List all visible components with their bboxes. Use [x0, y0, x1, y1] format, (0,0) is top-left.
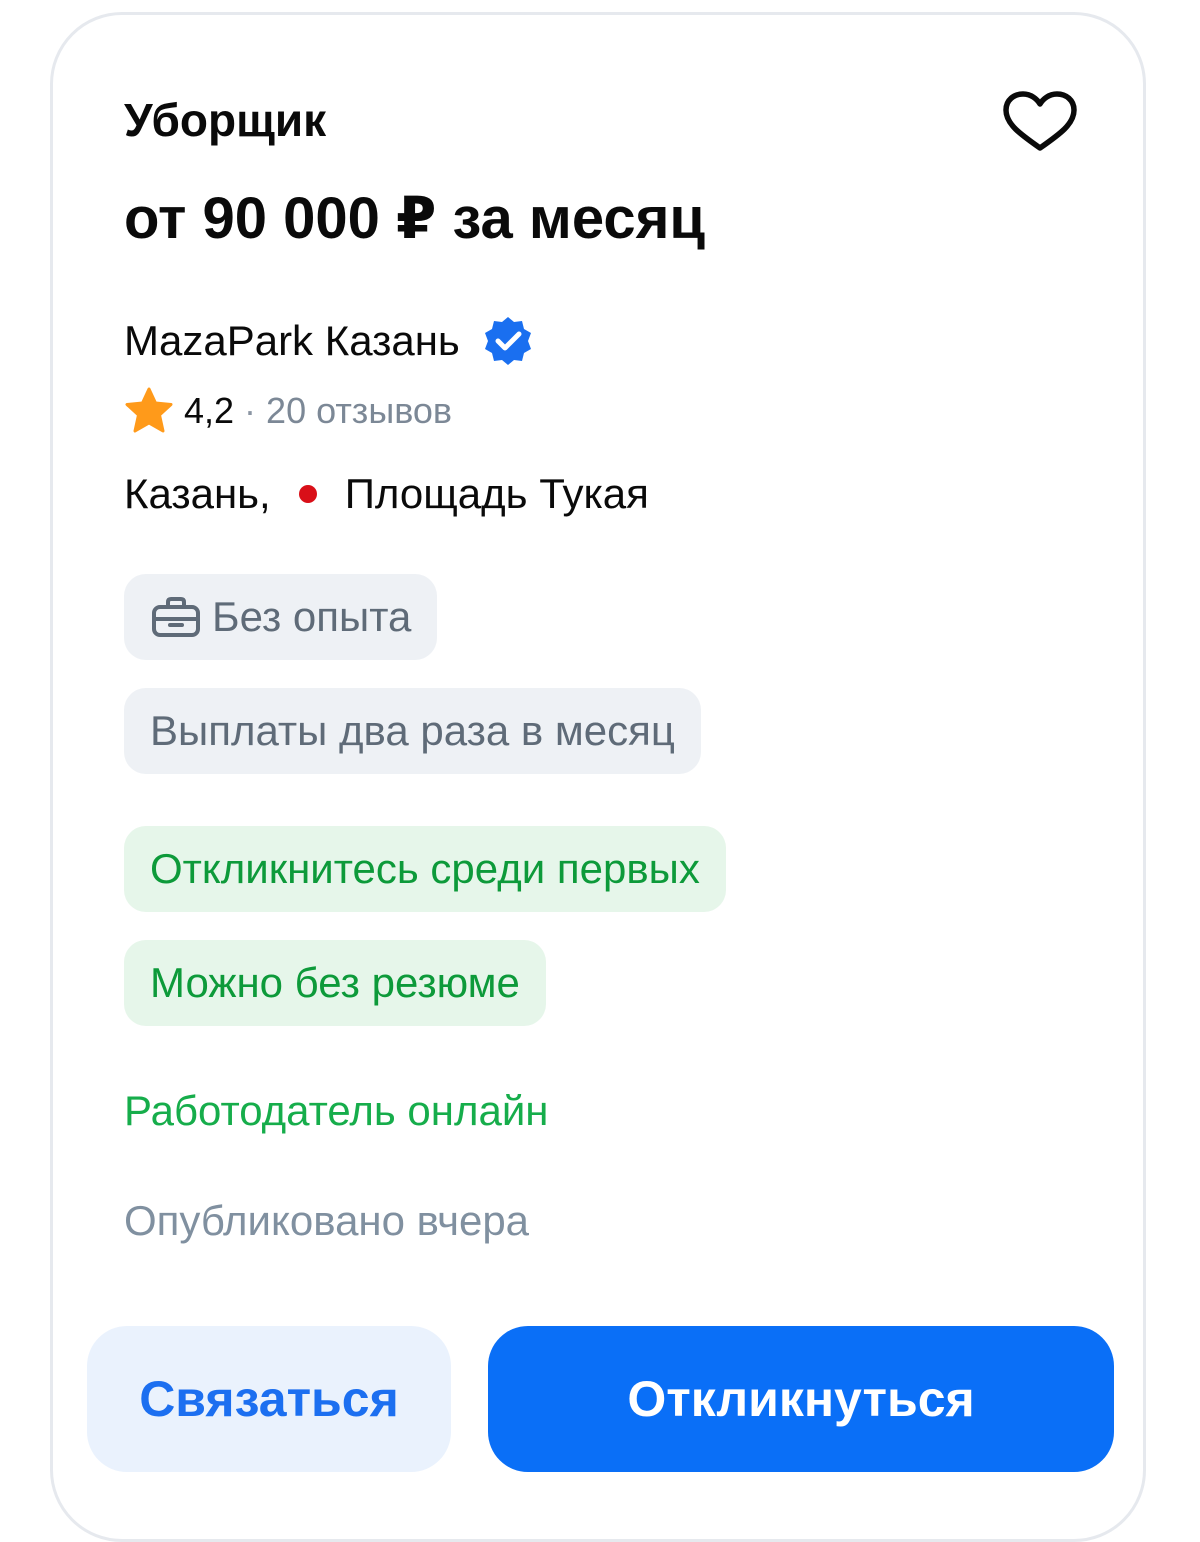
no-resume-label: Можно без резюме	[150, 959, 520, 1006]
metro-station: Площадь Тукая	[344, 470, 649, 517]
verified-badge-icon	[484, 317, 531, 365]
employer-online-status: Работодатель онлайн	[124, 1087, 549, 1134]
apply-button[interactable]: Откликнуться	[488, 1326, 1114, 1472]
respond-first-chip: Откликнитесь среди первых	[124, 826, 726, 912]
salary: от 90 000 ₽ за месяц	[124, 186, 706, 251]
company-rating[interactable]: 4,2 · 20 отзывов	[124, 386, 452, 436]
star-icon	[125, 387, 173, 433]
experience-label: Без опыта	[212, 593, 412, 640]
payments-label: Выплаты два раза в месяц	[150, 707, 675, 754]
vacancy-title[interactable]: Уборщик	[124, 92, 326, 148]
company-row[interactable]: MazaPark Казань	[124, 314, 534, 368]
respond-first-label: Откликнитесь среди первых	[150, 845, 700, 892]
rating-value: 4,2	[184, 390, 235, 431]
payments-chip: Выплаты два раза в месяц	[124, 688, 701, 774]
heart-icon[interactable]	[1000, 90, 1080, 154]
reviews-count[interactable]: 20 отзывов	[266, 387, 452, 435]
city: Казань,	[124, 470, 271, 517]
contact-button[interactable]: Связаться	[87, 1326, 451, 1472]
rating-separator: ·	[244, 390, 257, 431]
published-date: Опубликовано вчера	[124, 1197, 530, 1244]
experience-chip: Без опыта	[124, 574, 438, 660]
briefcase-icon	[152, 597, 200, 637]
metro-line-icon	[298, 485, 317, 503]
no-resume-chip: Можно без резюме	[124, 940, 546, 1026]
company-name[interactable]: MazaPark Казань	[124, 314, 460, 368]
location: Казань, Площадь Тукая	[124, 466, 649, 522]
